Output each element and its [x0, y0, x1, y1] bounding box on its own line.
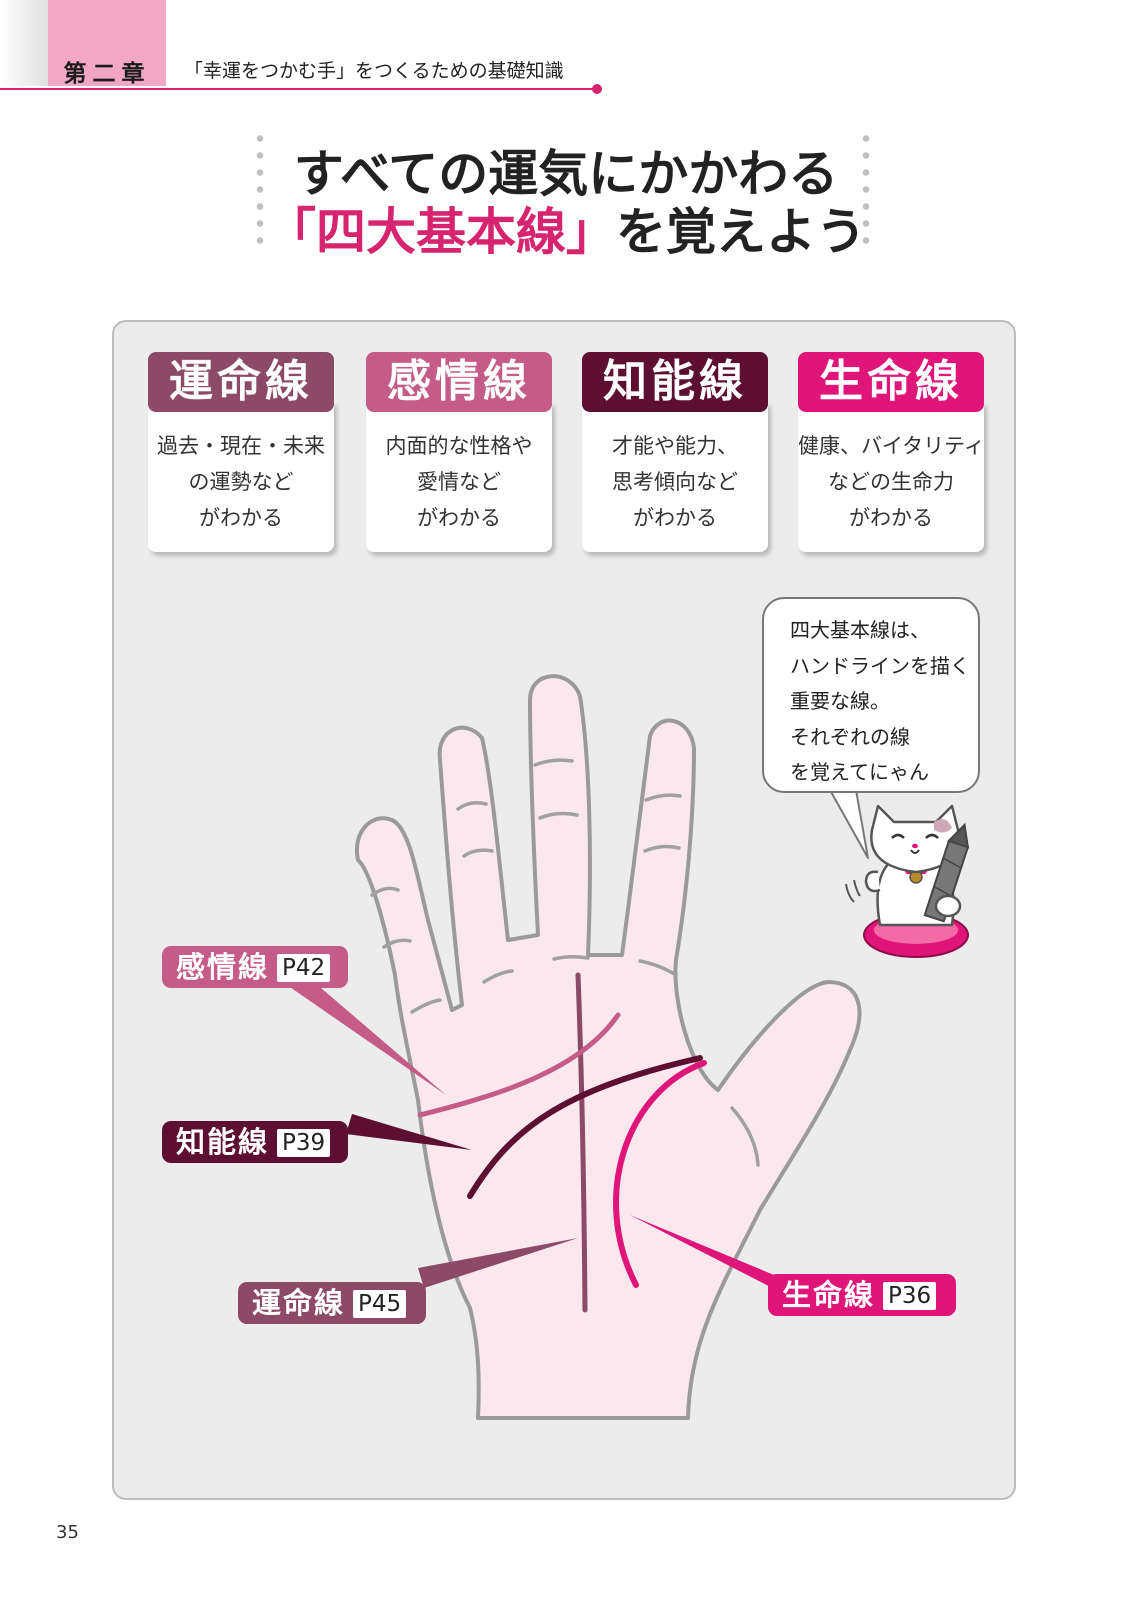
- page-reference: P36: [883, 1282, 937, 1310]
- lucky-cat-icon: [845, 804, 970, 958]
- label-name: 運命線: [252, 1286, 346, 1320]
- bubble-text: 四大基本線は、: [790, 618, 930, 642]
- bubble-text: を覚えてにゃん: [790, 760, 929, 784]
- intellect-line-label: 知能線 P39: [162, 1121, 348, 1163]
- emotion-line-label: 感情線 P42: [162, 946, 348, 988]
- bubble-text: それぞれの線: [790, 724, 910, 749]
- label-name: 感情線: [176, 950, 270, 984]
- hand-illustration: [284, 674, 970, 1420]
- life-line-label: 生命線 P36: [768, 1274, 956, 1316]
- page-reference: P45: [353, 1290, 407, 1318]
- label-name: 知能線: [176, 1125, 270, 1159]
- page-reference: P42: [277, 954, 331, 982]
- speech-bubble: 四大基本線は、 ハンドラインを描く 重要な線。 それぞれの線 を覚えてにゃん: [762, 597, 980, 793]
- bubble-text: ハンドラインを描く: [790, 653, 970, 678]
- label-name: 生命線: [782, 1278, 876, 1312]
- page-number: 35: [56, 1522, 79, 1543]
- bubble-text: 重要な線。: [790, 689, 890, 713]
- fate-line-label: 運命線 P45: [238, 1282, 426, 1324]
- page-reference: P39: [277, 1129, 331, 1157]
- bubble-tail: [829, 789, 869, 859]
